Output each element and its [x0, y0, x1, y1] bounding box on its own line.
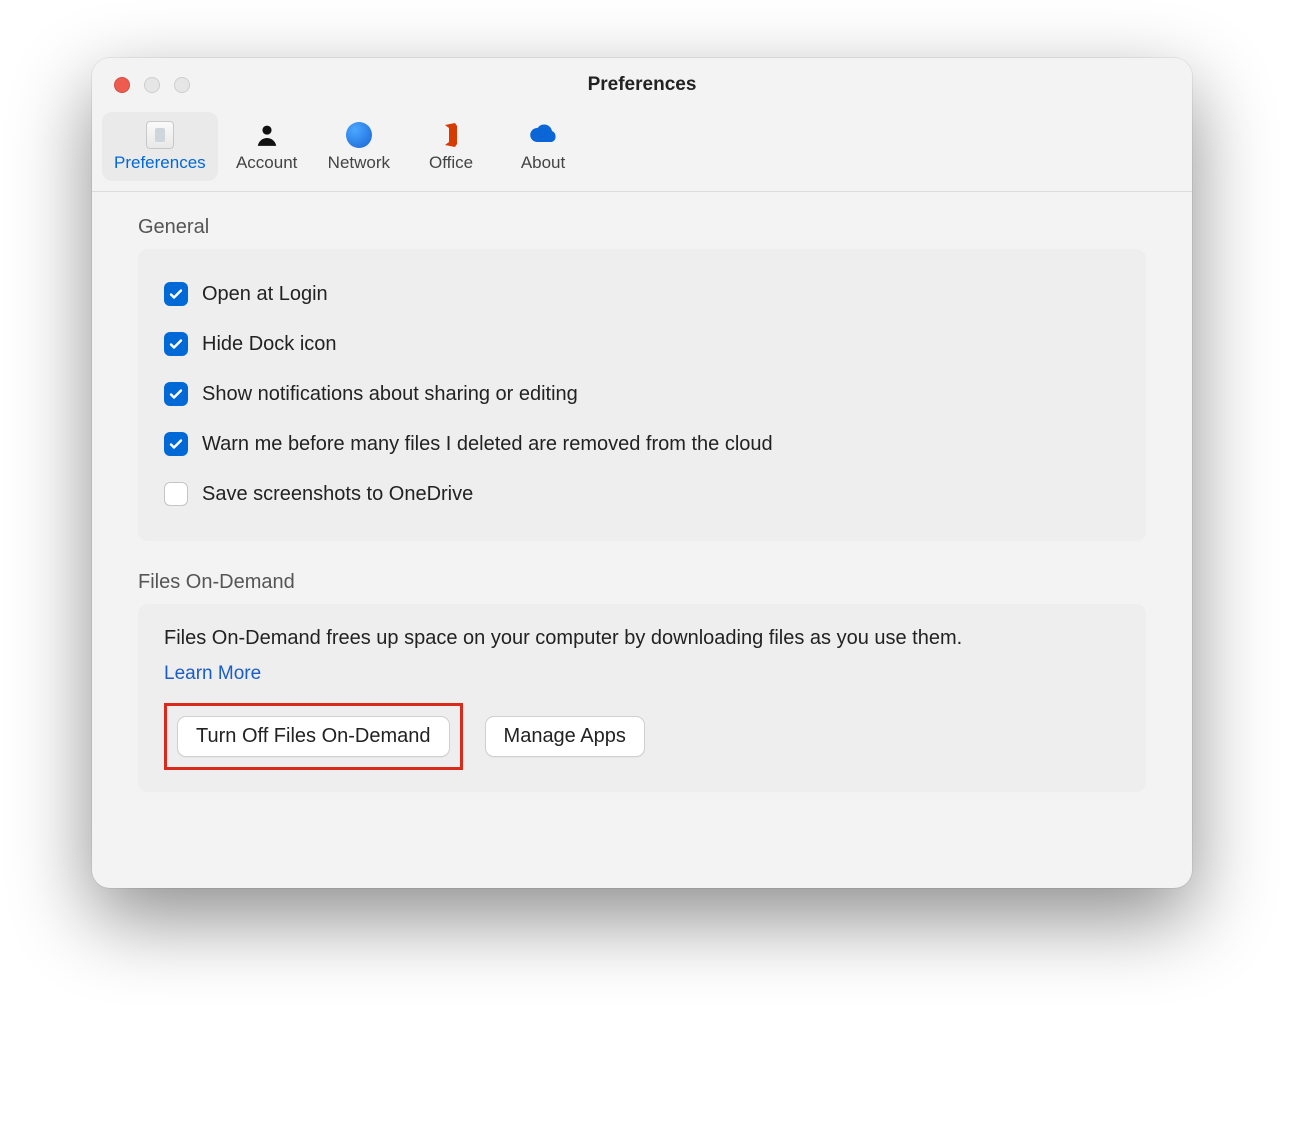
files-on-demand-panel: Files On-Demand frees up space on your c… — [138, 604, 1146, 792]
button-row: Turn Off Files On-Demand Manage Apps — [164, 703, 1120, 770]
check-icon — [168, 386, 184, 402]
account-icon — [254, 120, 280, 150]
checkbox-show-notifications[interactable] — [164, 382, 188, 406]
tab-about[interactable]: About — [500, 112, 586, 181]
preferences-icon — [146, 120, 174, 150]
preferences-window: Preferences Preferences Account Network … — [92, 58, 1192, 888]
tab-label: Network — [328, 153, 390, 173]
check-icon — [168, 286, 184, 302]
checkbox-label: Warn me before many files I deleted are … — [202, 433, 773, 456]
checkbox-label: Save screenshots to OneDrive — [202, 483, 473, 506]
option-show-notifications: Show notifications about sharing or edit… — [164, 369, 1120, 419]
checkbox-open-at-login[interactable] — [164, 282, 188, 306]
window-controls — [114, 77, 190, 93]
close-window-button[interactable] — [114, 77, 130, 93]
option-warn-before-delete: Warn me before many files I deleted are … — [164, 419, 1120, 469]
network-icon — [346, 120, 372, 150]
learn-more-link[interactable]: Learn More — [164, 663, 261, 685]
zoom-window-button[interactable] — [174, 77, 190, 93]
tab-label: Preferences — [114, 153, 206, 173]
files-on-demand-description: Files On-Demand frees up space on your c… — [164, 624, 1120, 653]
tab-preferences[interactable]: Preferences — [102, 112, 218, 181]
checkbox-warn-before-delete[interactable] — [164, 432, 188, 456]
toolbar: Preferences Account Network Office About — [92, 112, 1192, 192]
option-save-screenshots: Save screenshots to OneDrive — [164, 469, 1120, 519]
checkbox-label: Open at Login — [202, 283, 328, 306]
titlebar: Preferences — [92, 58, 1192, 112]
highlight-annotation: Turn Off Files On-Demand — [164, 703, 463, 770]
section-title-files-on-demand: Files On-Demand — [138, 571, 1146, 594]
checkbox-label: Show notifications about sharing or edit… — [202, 383, 578, 406]
turn-off-files-on-demand-button[interactable]: Turn Off Files On-Demand — [177, 716, 450, 757]
tab-account[interactable]: Account — [224, 112, 310, 181]
tab-label: Office — [429, 153, 473, 173]
minimize-window-button[interactable] — [144, 77, 160, 93]
tab-label: About — [521, 153, 565, 173]
check-icon — [168, 436, 184, 452]
cloud-icon — [528, 120, 558, 150]
option-open-at-login: Open at Login — [164, 269, 1120, 319]
tab-office[interactable]: Office — [408, 112, 494, 181]
office-icon — [439, 120, 463, 150]
content-area: General Open at Login Hide Dock icon Sho… — [92, 192, 1192, 822]
tab-network[interactable]: Network — [316, 112, 402, 181]
tab-label: Account — [236, 153, 297, 173]
section-title-general: General — [138, 216, 1146, 239]
window-title: Preferences — [92, 74, 1192, 96]
checkbox-hide-dock-icon[interactable] — [164, 332, 188, 356]
checkbox-label: Hide Dock icon — [202, 333, 337, 356]
manage-apps-button[interactable]: Manage Apps — [485, 716, 645, 757]
check-icon — [168, 336, 184, 352]
option-hide-dock-icon: Hide Dock icon — [164, 319, 1120, 369]
checkbox-save-screenshots[interactable] — [164, 482, 188, 506]
general-panel: Open at Login Hide Dock icon Show notifi… — [138, 249, 1146, 541]
